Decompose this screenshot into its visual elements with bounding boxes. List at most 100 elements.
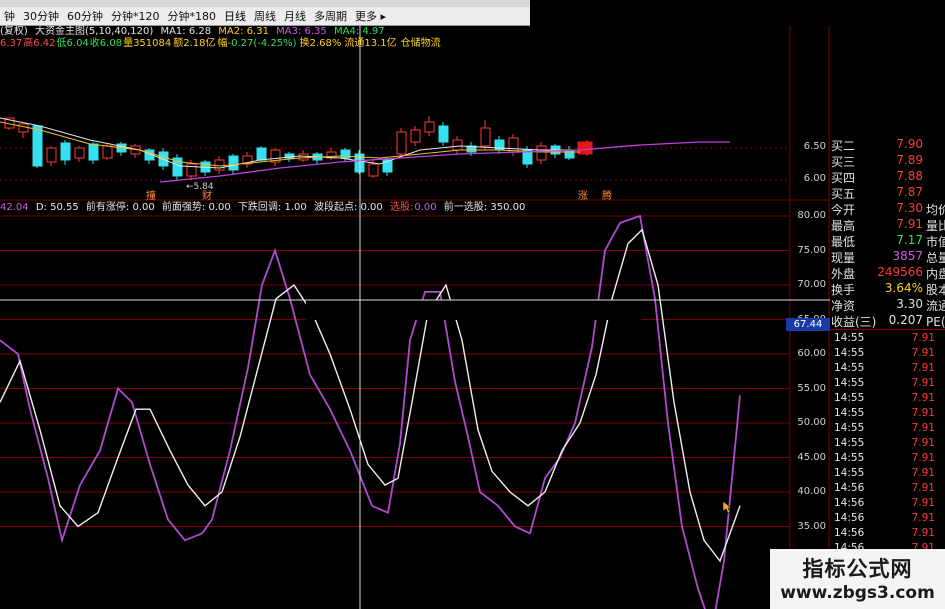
order-book-value: 7.91 — [896, 217, 923, 231]
tick-time: 14:55 — [834, 392, 865, 404]
candle-body — [480, 127, 491, 147]
tick-row: 14:56 7.91 — [830, 496, 945, 511]
occlusion-block — [306, 300, 641, 320]
order-book-value: 7.30 — [896, 201, 923, 215]
candle-body — [186, 163, 197, 177]
osc-k-line — [0, 214, 741, 609]
osc-header: 42.04 D: 50.55 前有涨停: 0.00 前面强势: 0.00 下跌回… — [0, 202, 529, 214]
ma2-line — [0, 121, 580, 167]
tick-row: 14:55 7.91 — [830, 451, 945, 466]
order-book-value: 7.87 — [896, 185, 923, 199]
kline-axis-600: 6.00 — [803, 173, 826, 184]
tick-price: 7.91 — [911, 437, 935, 449]
candle-body — [60, 142, 71, 161]
tick-time: 14:55 — [834, 467, 865, 479]
candle-body — [564, 149, 575, 159]
candle-body — [74, 147, 85, 159]
order-book-value: 249566 — [877, 265, 923, 279]
order-book-row: 最低 7.17 市值 — [830, 232, 945, 249]
osc-axis-label: 80.00 — [797, 210, 826, 221]
low-price-value: 5.84 — [193, 182, 214, 192]
tick-time: 14:55 — [834, 437, 865, 449]
event-marker-sell2: 腾 — [602, 191, 612, 202]
order-book-row: 买五 7.87 — [830, 184, 945, 201]
osc-axis-label: 50.00 — [797, 417, 826, 428]
candle-body — [536, 145, 547, 161]
tick-price: 7.91 — [911, 377, 935, 389]
order-book-row: 现量 3857 总量 — [830, 248, 945, 265]
tick-price: 7.91 — [911, 392, 935, 404]
tick-row: 14:55 7.91 — [830, 421, 945, 436]
osc-pick-value: 0.00 — [414, 202, 437, 213]
tick-price: 7.91 — [911, 362, 935, 374]
tick-row: 14:56 7.91 — [830, 511, 945, 526]
order-book-value: 3.64% — [884, 281, 923, 295]
tick-row: 14:56 7.91 — [830, 481, 945, 496]
price-chart[interactable] — [0, 0, 830, 609]
tick-time: 14:56 — [834, 527, 865, 539]
order-book-value: 7.90 — [896, 137, 923, 151]
tick-time: 14:55 — [834, 347, 865, 359]
tick-row: 14:55 7.91 — [830, 406, 945, 421]
event-marker-left: 撞 — [146, 191, 156, 202]
order-book-value: 7.17 — [896, 233, 923, 247]
osc-axis-label: 40.00 — [797, 486, 826, 497]
low-price-marker: ←5.84 — [186, 182, 214, 192]
tick-price: 7.91 — [911, 482, 935, 494]
osc-item-2: 下跌回调: 1.00 — [237, 202, 307, 213]
tick-price: 7.91 — [911, 332, 935, 344]
osc-pick-label: 选股: — [389, 202, 414, 213]
tick-row: 14:55 7.91 — [830, 331, 945, 346]
tick-time: 14:55 — [834, 332, 865, 344]
osc-axis-label: 70.00 — [797, 279, 826, 290]
candle-body — [410, 129, 421, 143]
tick-time: 14:55 — [834, 362, 865, 374]
tick-price: 7.91 — [911, 467, 935, 479]
candle-body — [46, 147, 57, 163]
mouse-pointer-icon — [722, 500, 732, 514]
tick-price: 7.91 — [911, 407, 935, 419]
order-book-label: 收益(三) — [831, 315, 877, 329]
osc-d-line — [0, 228, 741, 563]
osc-axis-label: 35.00 — [797, 520, 826, 532]
order-book-row: 今开 7.30 均价 — [830, 200, 945, 217]
candle-body — [508, 137, 519, 153]
order-book-value: 3.30 — [896, 297, 923, 311]
tick-row: 14:55 7.91 — [830, 391, 945, 406]
tick-price: 7.91 — [911, 422, 935, 434]
tick-price: 7.91 — [911, 347, 935, 359]
tick-price: 7.91 — [911, 497, 935, 509]
order-book-row: 外盘 249566 内盘 — [830, 264, 945, 281]
order-book-value: 0.207 — [888, 313, 923, 327]
tick-time: 14:56 — [834, 482, 865, 494]
osc-item-3: 波段起点: 0.00 — [313, 202, 383, 213]
watermark-url: www.zbgs3.com — [780, 583, 935, 603]
tick-price: 7.91 — [911, 512, 935, 524]
osc-axis-label: 75.00 — [797, 244, 826, 256]
osc-item-0: 前有涨停: 0.00 — [85, 202, 155, 213]
watermark-title: 指标公式网 — [802, 557, 913, 581]
tick-row: 14:55 7.91 — [830, 376, 945, 391]
order-book-row: 换手 3.64% 股本 — [830, 280, 945, 297]
cursor-value-box: 67.44 — [786, 318, 830, 331]
candle-body — [368, 163, 379, 177]
tick-row: 14:55 7.91 — [830, 436, 945, 451]
osc-item-1: 前面强势: 0.00 — [161, 202, 231, 213]
tick-time: 14:55 — [834, 377, 865, 389]
order-book-row: 收益(三) 0.207PE(动 — [830, 312, 945, 329]
order-book-row: 买三 7.89 — [830, 152, 945, 169]
order-book-value: 7.88 — [896, 169, 923, 183]
osc-axis-label: 60.00 — [797, 348, 826, 359]
event-marker-sell: 涨 — [578, 191, 588, 202]
osc-k-value: 42.04 — [0, 202, 29, 213]
kline-axis-650: 6.50 — [803, 141, 826, 152]
tick-row: 14:55 7.91 — [830, 466, 945, 481]
site-watermark: 指标公式网 www.zbgs3.com — [770, 549, 945, 609]
osc-axis-label: 55.00 — [797, 382, 826, 394]
osc-d-value: D: 50.55 — [35, 202, 79, 213]
tick-row: 14:56 7.91 — [830, 526, 945, 541]
osc-axis-label: 45.00 — [797, 451, 826, 463]
tick-price: 7.91 — [911, 527, 935, 539]
candle-body — [18, 123, 29, 133]
candle-body — [298, 153, 309, 161]
